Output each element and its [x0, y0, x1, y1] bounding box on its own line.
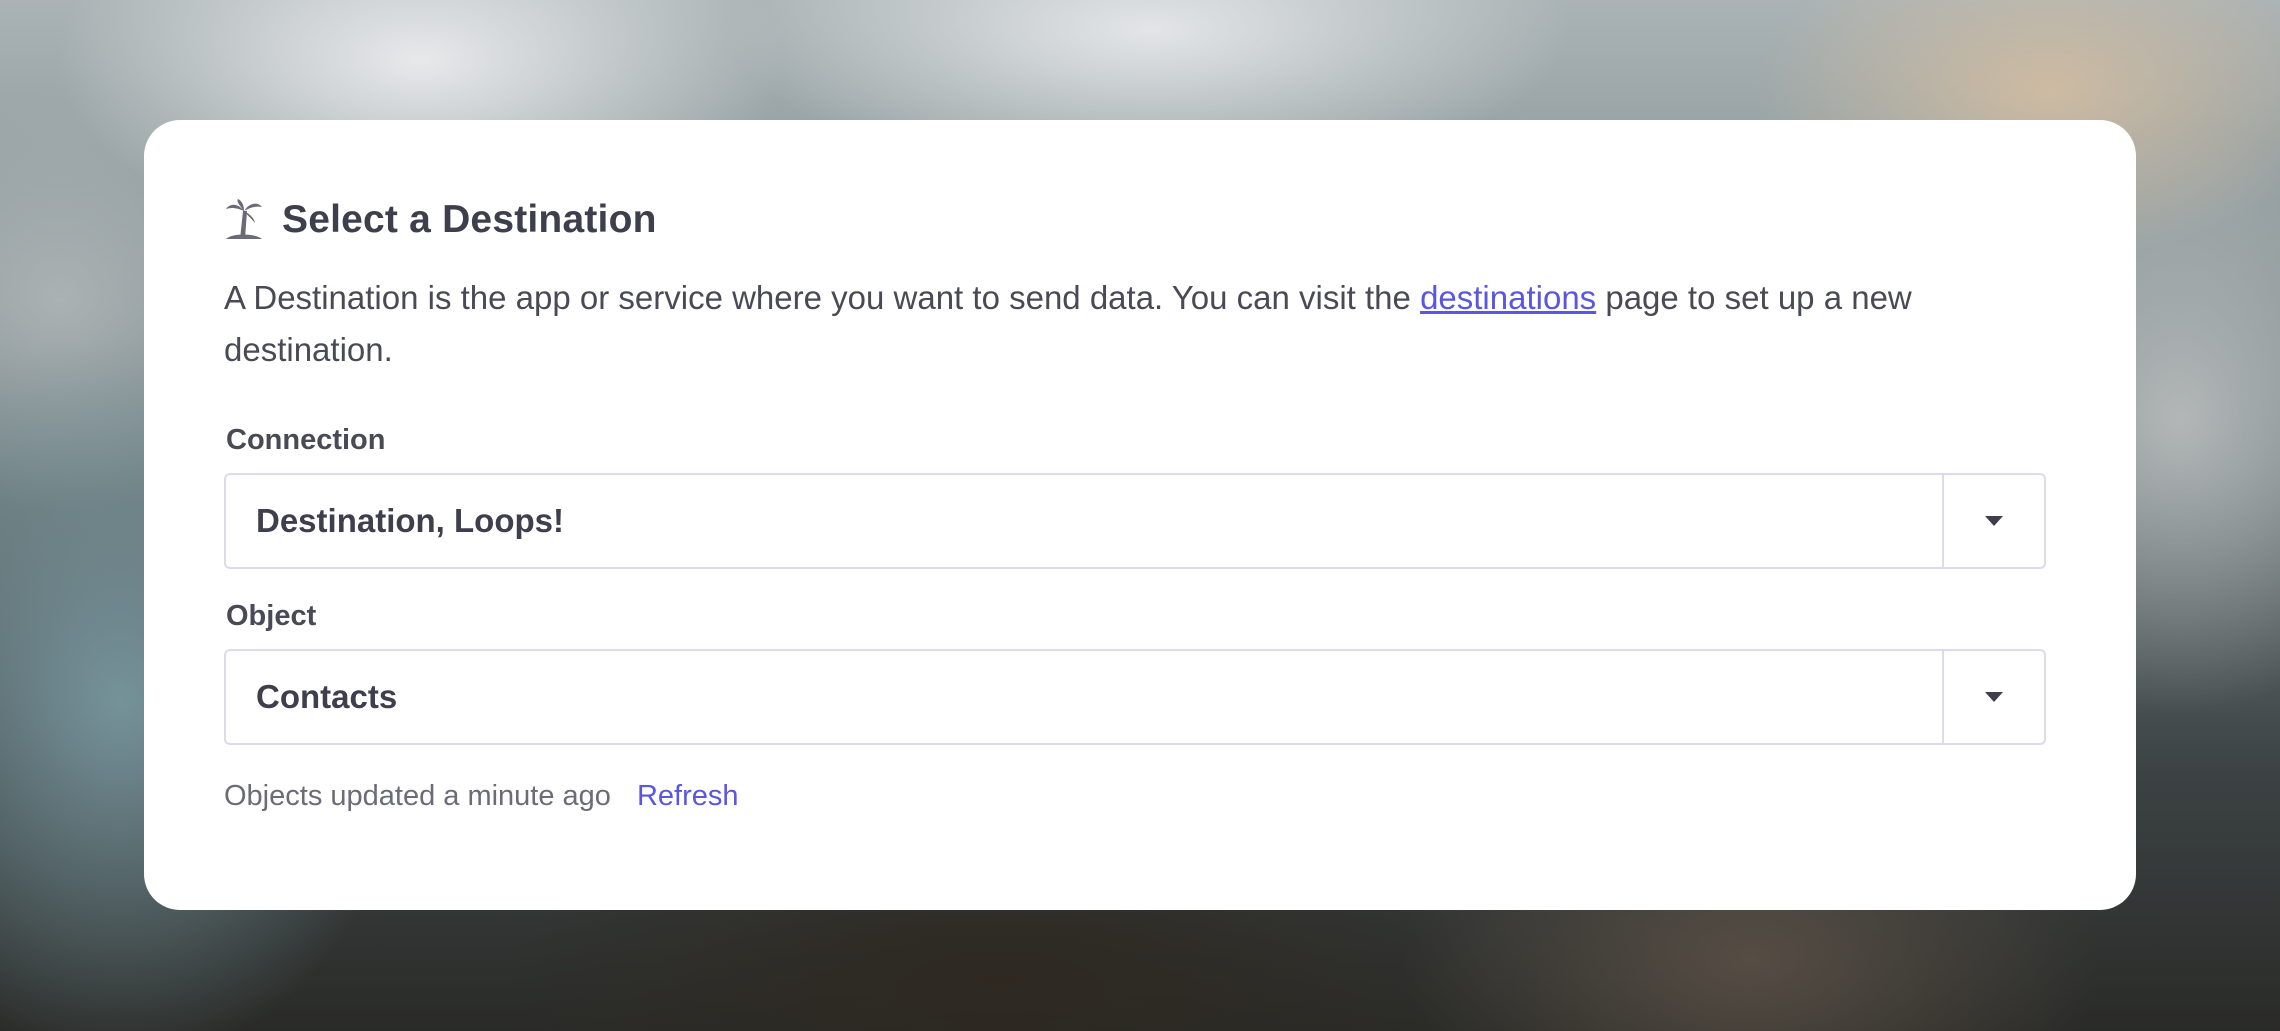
connection-dropdown-toggle[interactable]	[1942, 475, 2044, 567]
connection-label: Connection	[226, 424, 386, 456]
object-label: Object	[226, 600, 317, 632]
panel-heading: Select a Destination	[224, 198, 657, 242]
objects-updated-text: Objects updated a minute ago	[224, 780, 611, 812]
destination-panel: Select a Destination A Destination is th…	[144, 120, 2136, 910]
objects-status: Objects updated a minute ago Refresh	[224, 780, 738, 813]
description-text-start: A Destination is the app or service wher…	[224, 279, 1421, 316]
refresh-button[interactable]: Refresh	[637, 780, 739, 813]
caret-down-icon	[1985, 692, 2003, 702]
connection-select[interactable]: Destination, Loops!	[224, 473, 2046, 569]
panel-description: A Destination is the app or service wher…	[224, 272, 2084, 376]
object-select[interactable]: Contacts	[224, 649, 2046, 745]
object-dropdown-toggle[interactable]	[1942, 651, 2044, 743]
caret-down-icon	[1985, 516, 2003, 526]
panel-title: Select a Destination	[282, 198, 657, 241]
palm-tree-icon	[224, 199, 264, 241]
object-selected-value: Contacts	[256, 678, 398, 715]
destinations-link[interactable]: destinations	[1420, 279, 1596, 316]
connection-selected-value: Destination, Loops!	[256, 502, 564, 539]
